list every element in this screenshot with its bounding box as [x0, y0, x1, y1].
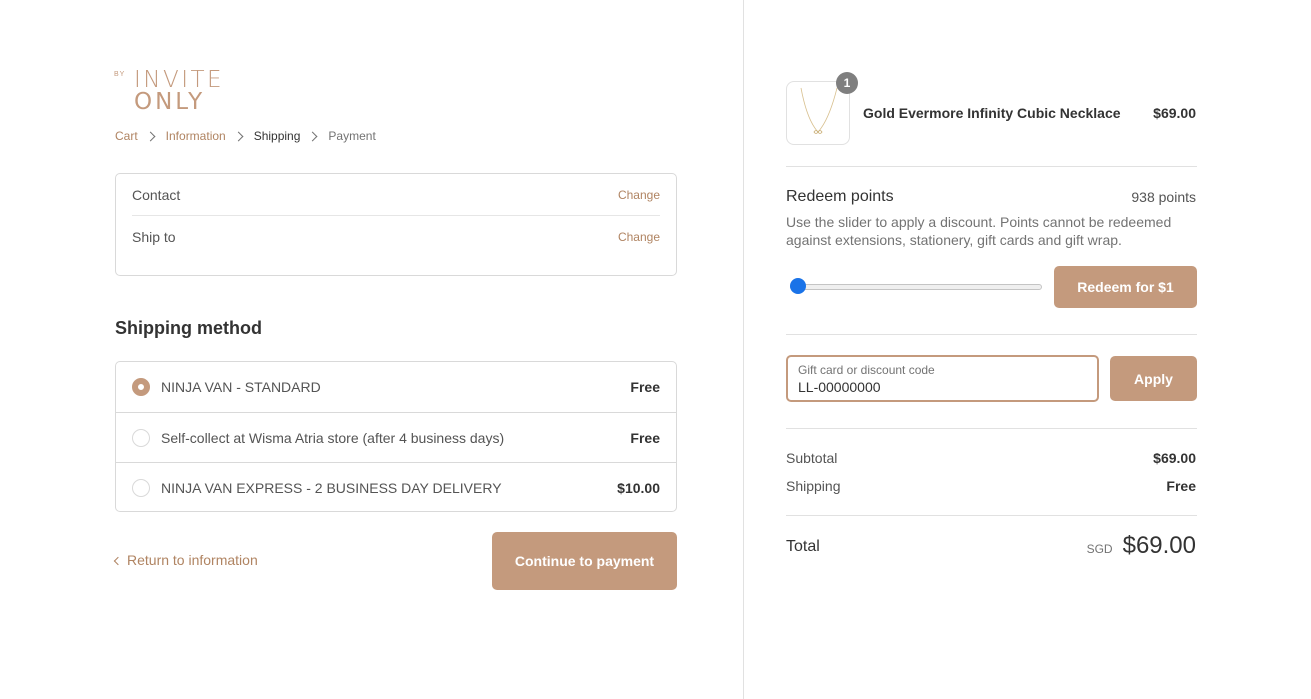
logo[interactable]: BY INVITE ONLY — [114, 68, 224, 114]
main-panel: BY INVITE ONLY Cart Information Shipping… — [0, 0, 743, 699]
breadcrumb-shipping: Shipping — [253, 129, 301, 143]
redeem-points-title: Redeem points — [786, 188, 894, 205]
breadcrumb-payment: Payment — [328, 129, 376, 143]
breadcrumb-information[interactable]: Information — [166, 129, 226, 143]
continue-to-payment-button[interactable]: Continue to payment — [492, 532, 677, 590]
points-slider-handle[interactable] — [790, 278, 806, 294]
change-ship-to-link[interactable]: Change — [618, 230, 660, 244]
breadcrumb-cart[interactable]: Cart — [115, 129, 138, 143]
shipping-option-price: Free — [630, 379, 660, 395]
order-summary: 1 Gold Evermore Infinity Cubic Necklace … — [743, 0, 1311, 699]
points-balance: 938 points — [1131, 189, 1196, 205]
shipping-option-price: $10.00 — [617, 479, 660, 496]
shipping-cost-label: Shipping — [786, 478, 841, 494]
divider — [786, 428, 1197, 429]
total-label: Total — [786, 538, 820, 555]
total-amount: SGD $69.00 — [1087, 532, 1196, 560]
return-to-information-link[interactable]: Return to information — [113, 552, 258, 568]
shipping-option-self-collect[interactable]: Self-collect at Wisma Atria store (after… — [116, 412, 676, 462]
shipping-option-standard[interactable]: NINJA VAN - STANDARD Free — [116, 362, 676, 412]
return-label: Return to information — [127, 552, 258, 568]
ship-to-label: Ship to — [132, 229, 176, 245]
shipping-methods: NINJA VAN - STANDARD Free Self-collect a… — [115, 361, 677, 512]
shipping-option-label: NINJA VAN - STANDARD — [161, 379, 321, 395]
currency-code: SGD — [1086, 542, 1113, 556]
shipping-method-title: Shipping method — [115, 318, 262, 338]
subtotal-value: $69.00 — [1153, 450, 1196, 466]
change-contact-link[interactable]: Change — [618, 188, 660, 202]
discount-code-field[interactable]: Gift card or discount code — [786, 355, 1099, 402]
apply-discount-button[interactable]: Apply — [1110, 356, 1197, 401]
discount-code-input[interactable] — [798, 379, 1078, 395]
chevron-right-icon — [307, 131, 318, 141]
discount-code-label: Gift card or discount code — [798, 363, 935, 377]
breadcrumb: Cart Information Shipping Payment — [115, 129, 376, 143]
review-box: Contact Change Ship to Change — [115, 173, 677, 276]
logo-by: BY — [114, 71, 126, 78]
radio-button-checked[interactable] — [132, 378, 150, 396]
redeem-description: Use the slider to apply a discount. Poin… — [786, 214, 1172, 248]
redeem-button[interactable]: Redeem for $1 — [1054, 266, 1197, 308]
shipping-option-express[interactable]: NINJA VAN EXPRESS - 2 BUSINESS DAY DELIV… — [116, 462, 676, 512]
radio-button[interactable] — [132, 428, 150, 447]
shipping-cost-value: Free — [1166, 478, 1196, 494]
shipping-option-label: NINJA VAN EXPRESS - 2 BUSINESS DAY DELIV… — [161, 479, 502, 496]
chevron-left-icon — [113, 556, 123, 566]
chevron-right-icon — [145, 131, 156, 141]
total-value: $69.00 — [1122, 532, 1196, 559]
points-slider-track[interactable] — [790, 284, 1042, 290]
contact-label: Contact — [132, 186, 181, 203]
review-contact-row: Contact Change — [132, 174, 660, 216]
quantity-badge: 1 — [836, 72, 858, 94]
subtotal-label: Subtotal — [786, 450, 838, 466]
product-price: $69.00 — [1153, 105, 1196, 121]
radio-button[interactable] — [132, 478, 150, 497]
divider — [786, 166, 1197, 167]
chevron-right-icon — [233, 131, 244, 141]
shipping-option-price: Free — [630, 429, 660, 446]
shipping-option-label: Self-collect at Wisma Atria store (after… — [161, 429, 505, 446]
divider — [786, 515, 1197, 516]
review-ship-to-row: Ship to Change — [132, 216, 660, 258]
logo-line2: ONLY — [134, 89, 206, 115]
divider — [786, 334, 1197, 335]
product-name: Gold Evermore Infinity Cubic Necklace — [863, 105, 1121, 121]
